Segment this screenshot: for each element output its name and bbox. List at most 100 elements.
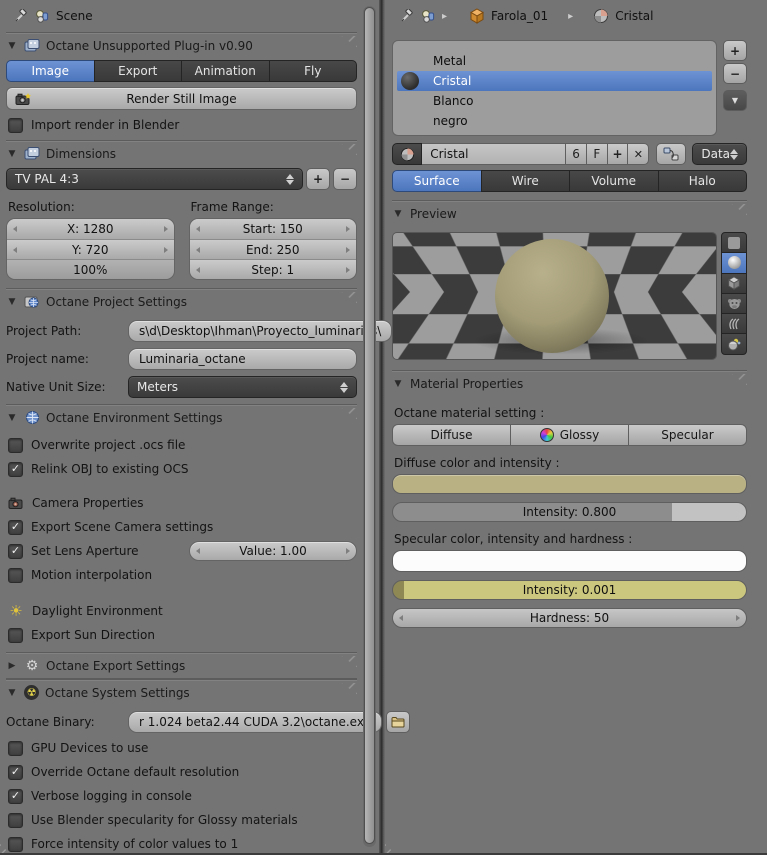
overwrite-ocs-checkbox[interactable]: ✓ <box>8 438 23 453</box>
material-properties-header[interactable]: ▼ Material Properties <box>392 371 747 396</box>
dimensions-header[interactable]: ▼ Dimensions <box>6 141 357 166</box>
dimensions-preset-dropdown[interactable]: TV PAL 4:3 <box>6 168 303 190</box>
slot-specials-menu-button[interactable]: ▼ <box>723 90 747 111</box>
export-camera-checkbox[interactable]: ✓ <box>8 520 23 535</box>
disclosure-open-icon[interactable]: ▼ <box>6 688 18 698</box>
panel-grip[interactable] <box>725 204 747 220</box>
panel-grip[interactable] <box>335 408 357 424</box>
diffuse-intensity-slider[interactable]: Intensity: 0.800 <box>392 502 747 522</box>
octane-binary-field[interactable]: r 1.024 beta2.44 CUDA 3.2\octane.exe <box>128 711 382 733</box>
material-slot-list[interactable]: Metal Cristal Blanco negro <box>392 40 717 136</box>
data-mode-dropdown[interactable]: Data <box>692 143 747 165</box>
specular-intensity-slider[interactable]: Intensity: 0.001 <box>392 580 747 600</box>
preview-cube-button[interactable] <box>721 273 747 294</box>
octane-plugin-header[interactable]: ▼ Octane Unsupported Plug-in v0.90 <box>6 33 357 58</box>
tab-export[interactable]: Export <box>94 60 183 82</box>
panel-grip[interactable] <box>335 656 357 672</box>
tab-halo[interactable]: Halo <box>658 170 748 192</box>
preset-add-button[interactable]: + <box>306 168 330 190</box>
material-name-field[interactable]: Cristal <box>422 143 566 165</box>
export-settings-header[interactable]: ▶ ⚙ Octane Export Settings <box>6 653 357 678</box>
disclosure-open-icon[interactable]: ▼ <box>6 41 18 51</box>
resolution-y-field[interactable]: Y: 720 <box>7 239 174 259</box>
scrollbar-thumb[interactable] <box>364 7 375 844</box>
tab-wire[interactable]: Wire <box>481 170 571 192</box>
slot-cristal[interactable]: Cristal <box>397 71 712 91</box>
glossy-type-button[interactable]: Glossy <box>510 424 629 446</box>
import-render-checkbox[interactable]: ✓ <box>8 118 23 133</box>
preview-sphere-button[interactable] <box>721 252 747 273</box>
scene-icon[interactable] <box>34 8 50 24</box>
render-still-image-button[interactable]: Render Still Image <box>6 87 357 110</box>
add-slot-button[interactable]: + <box>723 40 747 61</box>
disclosure-open-icon[interactable]: ▼ <box>392 379 404 389</box>
panel-grip[interactable] <box>335 292 357 308</box>
tab-volume[interactable]: Volume <box>569 170 659 192</box>
gpu-devices-checkbox[interactable]: ✓ <box>8 741 23 756</box>
tab-image[interactable]: Image <box>6 60 95 82</box>
diffuse-color-swatch[interactable] <box>392 474 747 494</box>
specular-color-swatch[interactable] <box>392 550 747 572</box>
environment-settings-header[interactable]: ▼ Octane Environment Settings <box>6 405 357 430</box>
remove-slot-button[interactable]: − <box>723 63 747 84</box>
override-resolution-checkbox[interactable]: ✓ <box>8 765 23 780</box>
disclosure-open-icon[interactable]: ▼ <box>6 297 18 307</box>
project-path-field[interactable]: s\d\Desktop\Ihman\Proyecto_luminarias\ <box>128 320 392 342</box>
motion-interpolation-checkbox[interactable]: ✓ <box>8 568 23 583</box>
specular-type-button[interactable]: Specular <box>628 424 747 446</box>
panel-grip[interactable] <box>725 374 747 390</box>
preview-header[interactable]: ▼ Preview <box>392 201 747 226</box>
material-datablock-icon-button[interactable] <box>392 143 422 165</box>
resolution-percentage-slider[interactable]: 100% <box>7 259 174 279</box>
diffuse-type-button[interactable]: Diffuse <box>392 424 511 446</box>
preview-flat-button[interactable] <box>721 232 747 253</box>
relink-obj-checkbox[interactable]: ✓ <box>8 462 23 477</box>
new-material-button[interactable]: + <box>608 143 629 165</box>
project-name-field[interactable]: Luminaria_octane <box>128 348 357 370</box>
lens-value-field[interactable]: Value: 1.00 <box>189 541 357 561</box>
disclosure-open-icon[interactable]: ▼ <box>6 149 18 159</box>
frame-start-field[interactable]: Start: 150 <box>190 219 357 239</box>
panel-grip[interactable] <box>335 683 357 699</box>
panel-resize-grip[interactable] <box>385 840 398 853</box>
radiation-icon: ☢ <box>24 685 39 700</box>
breadcrumb-scene-label[interactable]: Scene <box>56 9 93 23</box>
hardness-field[interactable]: Hardness: 50 <box>392 608 747 628</box>
preview-monkey-button[interactable] <box>721 293 747 314</box>
disclosure-closed-icon[interactable]: ▶ <box>6 661 18 671</box>
preset-remove-button[interactable]: − <box>333 168 357 190</box>
project-settings-header[interactable]: ▼ Octane Project Settings <box>6 289 357 314</box>
breadcrumb-material-label[interactable]: Cristal <box>615 9 653 23</box>
system-settings-header[interactable]: ▼ ☢ Octane System Settings <box>6 680 357 705</box>
disclosure-open-icon[interactable]: ▼ <box>392 209 404 219</box>
frame-end-field[interactable]: End: 250 <box>190 239 357 259</box>
node-editor-button[interactable] <box>656 143 686 165</box>
panel-grip[interactable] <box>335 36 357 52</box>
slot-metal[interactable]: Metal <box>397 51 712 71</box>
slot-blanco[interactable]: Blanco <box>397 91 712 111</box>
slot-negro[interactable]: negro <box>397 111 712 131</box>
pin-icon[interactable] <box>12 8 28 24</box>
panel-grip[interactable] <box>335 144 357 160</box>
tab-surface[interactable]: Surface <box>392 170 482 192</box>
users-count-button[interactable]: 6 <box>566 143 587 165</box>
preview-hair-button[interactable] <box>721 313 747 334</box>
set-lens-checkbox[interactable]: ✓ <box>8 544 23 559</box>
blender-specularity-checkbox[interactable]: ✓ <box>8 813 23 828</box>
frame-step-field[interactable]: Step: 1 <box>190 259 357 279</box>
scene-icon[interactable] <box>420 8 436 24</box>
breadcrumb-object-label[interactable]: Farola_01 <box>491 9 548 23</box>
unlink-material-button[interactable]: ✕ <box>628 143 649 165</box>
resolution-x-field[interactable]: X: 1280 <box>7 219 174 239</box>
export-sun-checkbox[interactable]: ✓ <box>8 628 23 643</box>
tab-fly[interactable]: Fly <box>269 60 358 82</box>
force-intensity-checkbox[interactable]: ✓ <box>8 837 23 852</box>
pin-icon[interactable] <box>398 8 414 24</box>
left-panel-scrollbar[interactable] <box>363 6 376 847</box>
tab-animation[interactable]: Animation <box>181 60 270 82</box>
disclosure-open-icon[interactable]: ▼ <box>6 413 18 423</box>
preview-world-button[interactable] <box>721 333 747 354</box>
fake-user-button[interactable]: F <box>587 143 608 165</box>
native-unit-dropdown[interactable]: Meters <box>128 376 357 398</box>
verbose-logging-checkbox[interactable]: ✓ <box>8 789 23 804</box>
